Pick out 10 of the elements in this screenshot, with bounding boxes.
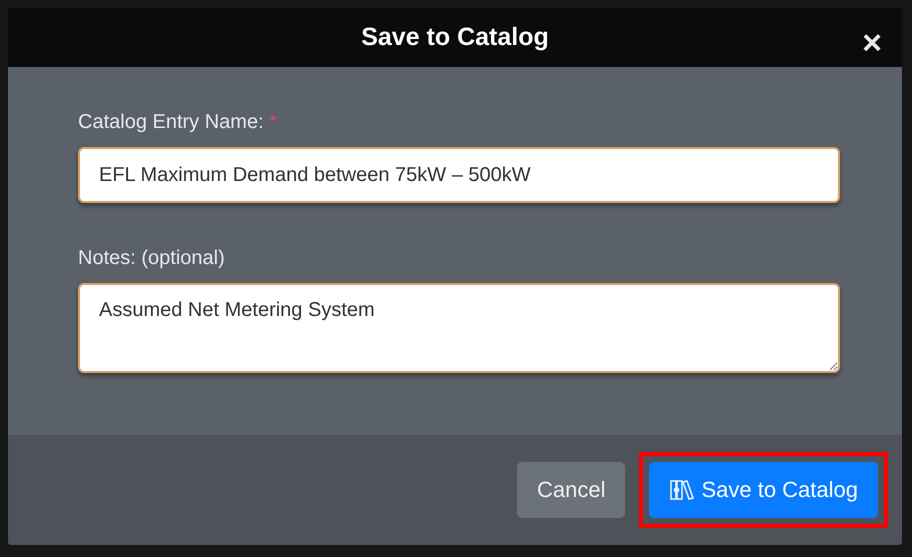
close-button[interactable]: × bbox=[862, 28, 882, 58]
notes-textarea[interactable]: Assumed Net Metering System bbox=[78, 283, 840, 373]
field-label: Notes: (optional) bbox=[78, 247, 225, 270]
field-label: Catalog Entry Name: bbox=[78, 111, 264, 134]
name-input[interactable]: EFL Maximum Demand between 75kW – 500kW bbox=[78, 147, 840, 203]
books-icon bbox=[669, 477, 696, 503]
dialog-title: Save to Catalog bbox=[361, 23, 549, 52]
required-mark: * bbox=[270, 111, 277, 133]
cancel-button[interactable]: Cancel bbox=[516, 462, 626, 518]
save-button[interactable]: Save to Catalog bbox=[649, 462, 878, 518]
